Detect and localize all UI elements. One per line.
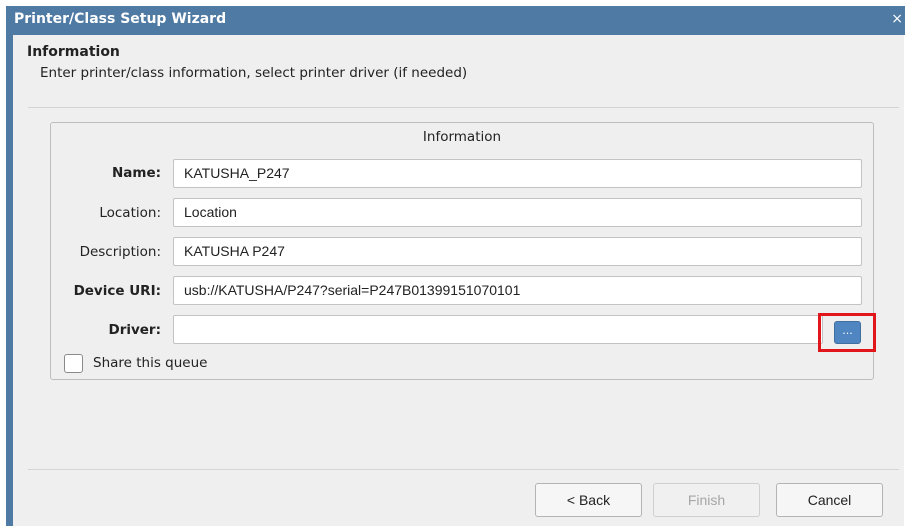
location-field[interactable]: Location (173, 198, 862, 227)
wizard-window: Printer/Class Setup Wizard × Information… (6, 6, 905, 526)
window-title: Printer/Class Setup Wizard (14, 11, 227, 27)
highlight-annotation (818, 313, 876, 352)
description-field[interactable]: KATUSHA P247 (173, 237, 862, 266)
name-field[interactable]: KATUSHA_P247 (173, 159, 862, 188)
page-subtitle: Enter printer/class information, select … (40, 65, 468, 81)
close-icon[interactable]: × (891, 11, 903, 27)
header-divider (28, 107, 899, 108)
driver-label: Driver: (108, 322, 161, 338)
cancel-button[interactable]: Cancel (776, 483, 883, 517)
information-groupbox: Information Name: KATUSHA_P247 Location:… (50, 122, 876, 380)
name-label: Name: (111, 165, 161, 181)
title-bar[interactable]: Printer/Class Setup Wizard × (6, 6, 905, 35)
page-title: Information (27, 44, 120, 60)
footer-divider (28, 469, 899, 470)
location-label: Location: (99, 205, 161, 221)
device-uri-field[interactable]: usb://KATUSHA/P247?serial=P247B013991510… (173, 276, 862, 305)
driver-field[interactable] (173, 315, 823, 344)
description-label: Description: (79, 244, 161, 260)
share-queue-checkbox[interactable] (64, 354, 83, 373)
back-button[interactable]: < Back (535, 483, 642, 517)
groupbox-title: Information (422, 129, 502, 145)
share-queue-label[interactable]: Share this queue (93, 355, 207, 371)
device-uri-label: Device URI: (73, 283, 161, 299)
finish-button[interactable]: Finish (653, 483, 760, 517)
